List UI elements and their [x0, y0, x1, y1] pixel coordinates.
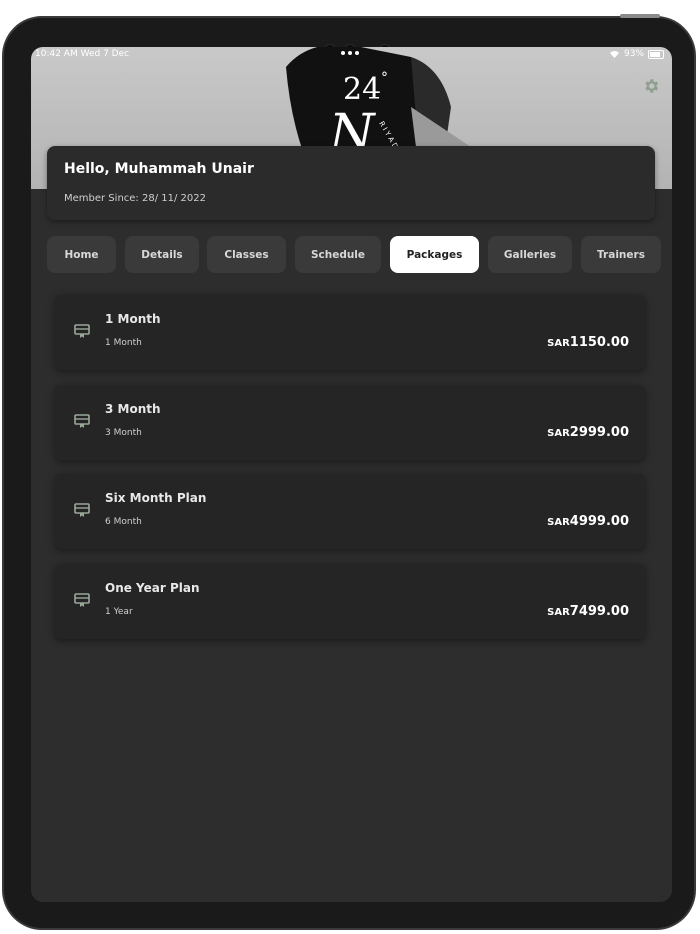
package-price: SAR7499.00	[547, 604, 629, 619]
ticket-icon	[74, 414, 90, 428]
member-since: Member Since: 28/ 11/ 2022	[64, 193, 206, 204]
status-bar: 10:42 AM Wed 7 Dec 93%	[31, 47, 672, 61]
greeting: Hello, Muhammah Unair	[64, 161, 254, 177]
package-price: SAR2999.00	[547, 425, 629, 440]
package-card[interactable]: 3 Month 3 Month SAR2999.00	[55, 385, 645, 460]
package-price: SAR1150.00	[547, 335, 629, 350]
price-amount: 7499.00	[569, 604, 629, 619]
package-title: Six Month Plan	[105, 491, 207, 505]
tab-schedule[interactable]: Schedule	[295, 236, 381, 273]
currency: SAR	[547, 607, 570, 618]
package-price: SAR4999.00	[547, 514, 629, 529]
price-amount: 1150.00	[569, 335, 629, 350]
settings-gear-icon[interactable]	[642, 77, 660, 95]
currency: SAR	[547, 428, 570, 439]
wifi-icon	[609, 50, 619, 58]
ticket-icon	[74, 503, 90, 517]
app-screen: 24 ° N R I Y A D H 10:42 AM Wed 7 Dec 93…	[31, 47, 672, 902]
package-title: 3 Month	[105, 402, 161, 416]
power-button	[620, 14, 660, 18]
package-title: One Year Plan	[105, 581, 200, 595]
battery-icon	[648, 49, 664, 59]
currency: SAR	[547, 517, 570, 528]
logo-degree: °	[381, 70, 388, 86]
battery-percent: 93%	[623, 49, 644, 59]
tab-galleries[interactable]: Galleries	[488, 236, 572, 273]
ticket-icon	[74, 324, 90, 338]
status-right: 93%	[609, 49, 664, 59]
currency: SAR	[547, 338, 570, 349]
tab-packages[interactable]: Packages	[390, 236, 479, 273]
logo-24: 24	[343, 72, 381, 107]
status-time: 10:42 AM Wed 7 Dec	[35, 49, 130, 59]
package-duration: 3 Month	[105, 428, 142, 438]
profile-card: Hello, Muhammah Unair Member Since: 28/ …	[47, 146, 655, 220]
tab-trainers[interactable]: Trainers	[581, 236, 661, 273]
package-duration: 6 Month	[105, 517, 142, 527]
tab-details[interactable]: Details	[125, 236, 199, 273]
price-amount: 4999.00	[569, 514, 629, 529]
package-title: 1 Month	[105, 312, 161, 326]
package-duration: 1 Year	[105, 607, 133, 617]
tab-home[interactable]: Home	[47, 236, 116, 273]
package-card[interactable]: Six Month Plan 6 Month SAR4999.00	[55, 474, 645, 549]
ticket-icon	[74, 593, 90, 607]
package-card[interactable]: One Year Plan 1 Year SAR7499.00	[55, 564, 645, 639]
tab-classes[interactable]: Classes	[207, 236, 286, 273]
package-duration: 1 Month	[105, 338, 142, 348]
multitask-dots[interactable]	[341, 51, 359, 55]
price-amount: 2999.00	[569, 425, 629, 440]
package-card[interactable]: 1 Month 1 Month SAR1150.00	[55, 295, 645, 370]
